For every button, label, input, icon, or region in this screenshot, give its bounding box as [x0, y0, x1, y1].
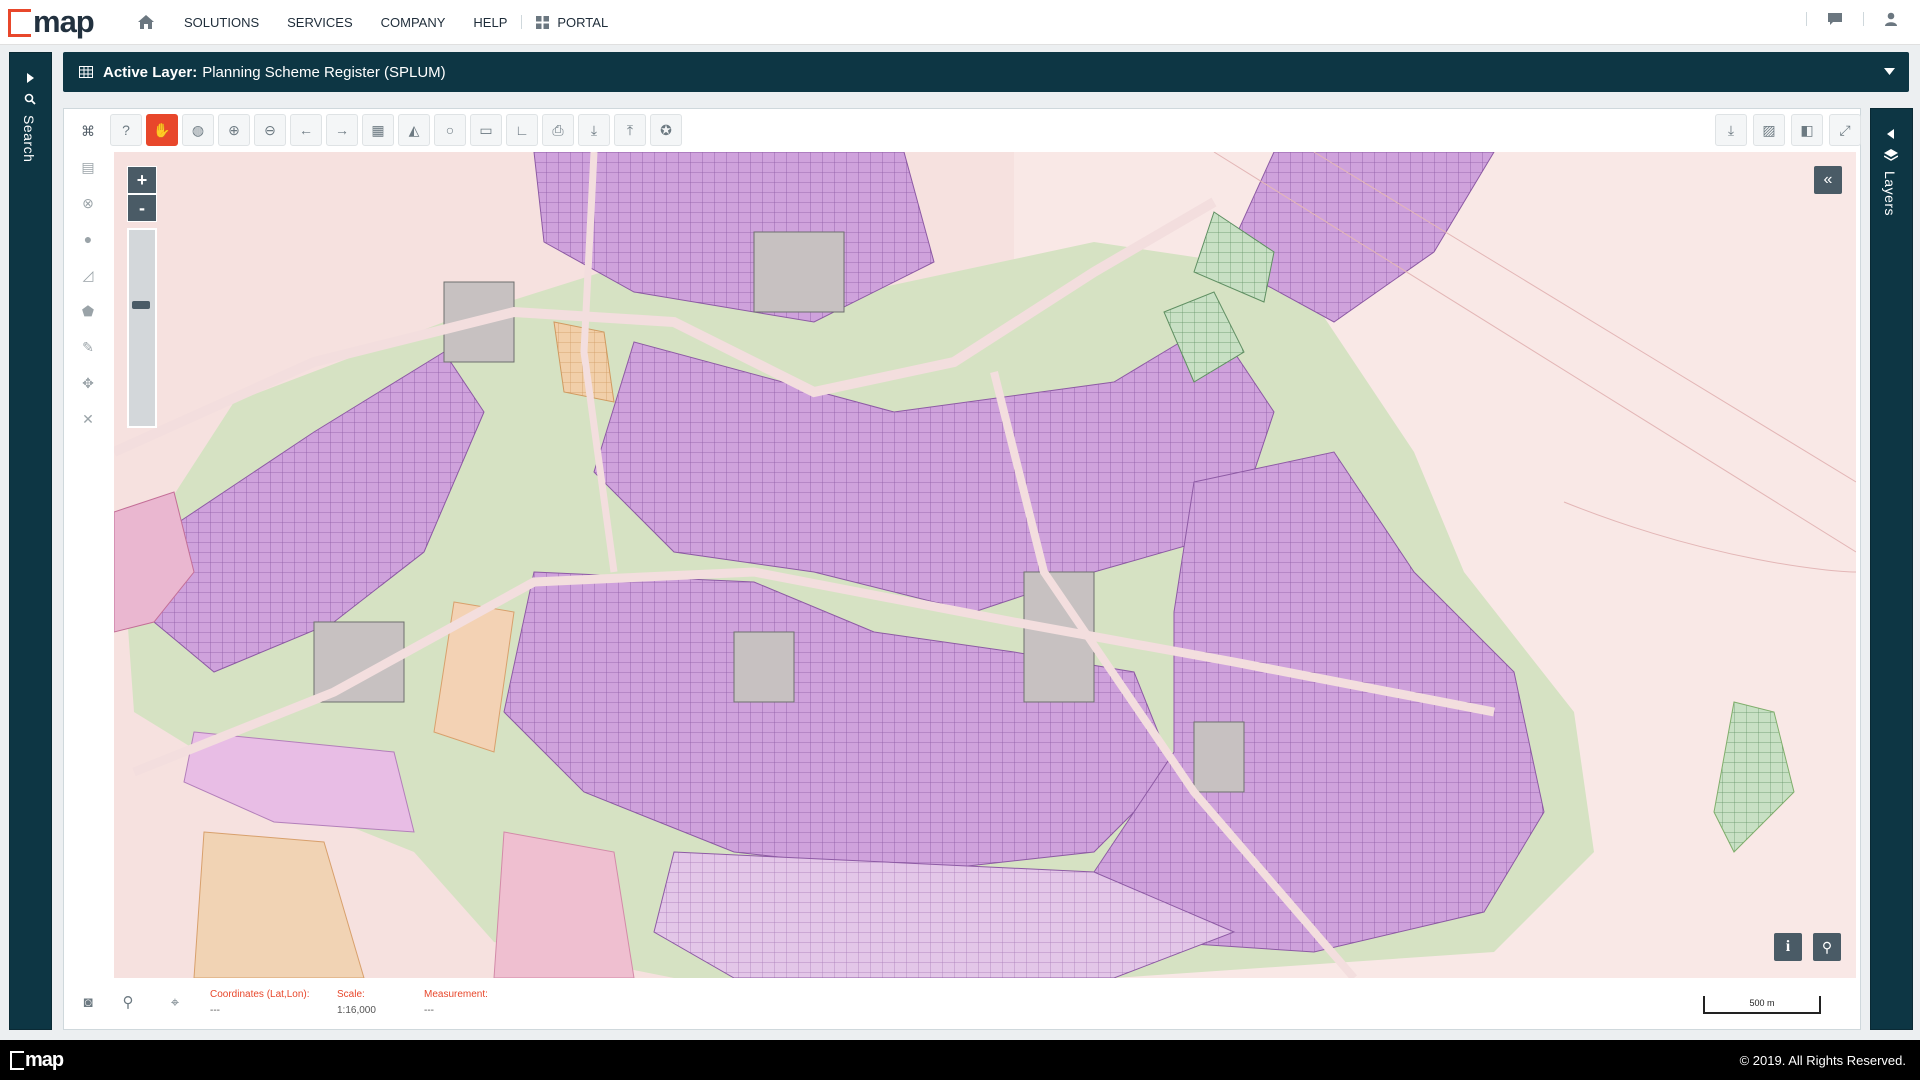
nav-company[interactable]: COMPANY: [381, 15, 446, 30]
camera-icon[interactable]: ◙: [74, 988, 102, 1016]
map-icon[interactable]: ▤: [73, 152, 103, 182]
chat-icon[interactable]: [1827, 12, 1843, 26]
binoculars-icon[interactable]: ⌘: [73, 116, 103, 146]
scale-readout: Scale: 1:16,000: [337, 989, 376, 1016]
active-layer-bar[interactable]: Active Layer: Planning Scheme Register (…: [63, 52, 1909, 92]
measurement-value: ---: [424, 1005, 434, 1016]
zoom-out-button[interactable]: -: [127, 194, 157, 222]
nav-solutions[interactable]: SOLUTIONS: [184, 15, 259, 30]
split-view-icon[interactable]: ◧: [1791, 114, 1823, 146]
table-icon: [79, 66, 93, 78]
export-icon[interactable]: ⤓: [1715, 114, 1747, 146]
move-icon[interactable]: ✥: [73, 368, 103, 398]
delete-icon[interactable]: ✕: [73, 404, 103, 434]
grey-block-4: [1193, 721, 1245, 793]
back-arrow-icon[interactable]: ←: [290, 114, 322, 146]
footer-logo-text: map: [25, 1048, 64, 1071]
zoom-out-icon[interactable]: ⊖: [254, 114, 286, 146]
layers-panel[interactable]: Layers: [1870, 108, 1913, 1030]
search-icon: [24, 93, 36, 105]
fullscreen-icon[interactable]: ⤢: [1829, 114, 1861, 146]
coordinates-readout: Coordinates (Lat,Lon): ---: [210, 989, 310, 1016]
zoom-control: + -: [127, 166, 157, 428]
scale-bar: 500 m: [1703, 996, 1821, 1014]
clear-icon[interactable]: ⊗: [73, 188, 103, 218]
pin-icon[interactable]: ⚲: [114, 988, 142, 1016]
layers-panel-label: Layers: [1882, 171, 1898, 217]
side-tools: ⌘ ▤ ⊗ ● ◿ ⬟ ✎ ✥ ✕: [73, 116, 103, 440]
help-icon[interactable]: ?: [110, 114, 142, 146]
layers-icon: [1884, 149, 1898, 161]
image-icon[interactable]: ▨: [1753, 114, 1785, 146]
zoom-in-icon[interactable]: ⊕: [218, 114, 250, 146]
coordinates-value: ---: [210, 1005, 220, 1016]
scale-value: 1:16,000: [337, 1005, 376, 1016]
table-grid-icon[interactable]: ▦: [362, 114, 394, 146]
edit-icon[interactable]: ✎: [73, 332, 103, 362]
search-panel-label: Search: [21, 115, 37, 163]
settings-wheel-icon[interactable]: ✪: [650, 114, 682, 146]
polygon-icon[interactable]: ⬟: [73, 296, 103, 326]
angle-icon[interactable]: ∟: [506, 114, 538, 146]
measurement-readout: Measurement: ---: [424, 989, 488, 1016]
coordinates-label: Coordinates (Lat,Lon):: [210, 989, 310, 1000]
chevron-down-icon[interactable]: [1884, 68, 1895, 75]
scale-bar-label: 500 m: [1749, 998, 1775, 1008]
map-toolbar: ? ✋ ◍ ⊕ ⊖ ← → ▦ ◭ ○ ▭ ∟ ⎙ ⤓ ⤒ ✪: [110, 114, 682, 146]
nav-services[interactable]: SERVICES: [287, 15, 353, 30]
nav-divider: [521, 15, 523, 29]
chevron-left-icon[interactable]: [1886, 129, 1895, 139]
nav-help[interactable]: HELP: [473, 15, 507, 30]
copyright-text: © 2019. All Rights Reserved.: [1739, 1052, 1906, 1068]
status-bar: ◙ ⚲ ⌖ Coordinates (Lat,Lon): --- Scale: …: [64, 980, 1858, 1026]
footer: map © 2019. All Rights Reserved.: [0, 1040, 1920, 1080]
circle-icon[interactable]: ○: [434, 114, 466, 146]
circle-draw-icon[interactable]: ●: [73, 224, 103, 254]
zoom-slider-thumb[interactable]: [132, 301, 150, 309]
crosshair-icon[interactable]: ⌖: [161, 988, 189, 1016]
nav-portal-label: PORTAL: [557, 14, 609, 30]
home-icon[interactable]: [136, 12, 156, 32]
top-nav: map SOLUTIONS SERVICES COMPANY HELP PORT…: [0, 0, 1920, 45]
search-panel[interactable]: Search: [9, 52, 52, 1030]
profile-chart-icon[interactable]: ◭: [398, 114, 430, 146]
map-canvas[interactable]: [114, 152, 1856, 978]
nav-right-tools: [1806, 12, 1898, 26]
footer-logo-mark: [10, 1050, 24, 1070]
nav-right-divider-2: [1863, 12, 1864, 26]
grid-icon: [536, 15, 550, 29]
user-icon[interactable]: [1884, 12, 1898, 26]
footer-logo[interactable]: map: [10, 1048, 64, 1072]
zoom-in-button[interactable]: +: [127, 166, 157, 194]
active-layer-label: Active Layer:: [103, 63, 198, 81]
chevron-right-icon[interactable]: [26, 73, 35, 83]
ruler-icon[interactable]: ▭: [470, 114, 502, 146]
globe-icon[interactable]: ◍: [182, 114, 214, 146]
info-button[interactable]: i: [1774, 933, 1802, 961]
nav-portal[interactable]: PORTAL: [536, 15, 608, 30]
map-toolbar-right: ⤓ ▨ ◧ ⤢: [1715, 114, 1861, 146]
collapse-panel-button[interactable]: «: [1814, 166, 1842, 194]
grey-block-2: [753, 231, 845, 313]
brand-logo[interactable]: map: [8, 4, 118, 40]
logo-text: map: [33, 4, 95, 39]
logo-mark: [8, 9, 31, 37]
measurement-label: Measurement:: [424, 989, 488, 1000]
download-icon[interactable]: ⤓: [578, 114, 610, 146]
upload-icon[interactable]: ⤒: [614, 114, 646, 146]
polyline-icon[interactable]: ◿: [73, 260, 103, 290]
zoom-slider[interactable]: [127, 228, 157, 428]
paperclip-icon[interactable]: ⚲: [1813, 933, 1841, 961]
active-layer-value: Planning Scheme Register (SPLUM): [202, 63, 446, 81]
forward-arrow-icon[interactable]: →: [326, 114, 358, 146]
grey-block-6: [733, 631, 795, 703]
scale-label: Scale:: [337, 989, 365, 1000]
special-zone-south: [493, 831, 635, 978]
print-icon[interactable]: ⎙: [542, 114, 574, 146]
nav-right-divider: [1806, 12, 1807, 26]
pan-hand-icon[interactable]: ✋: [146, 114, 178, 146]
